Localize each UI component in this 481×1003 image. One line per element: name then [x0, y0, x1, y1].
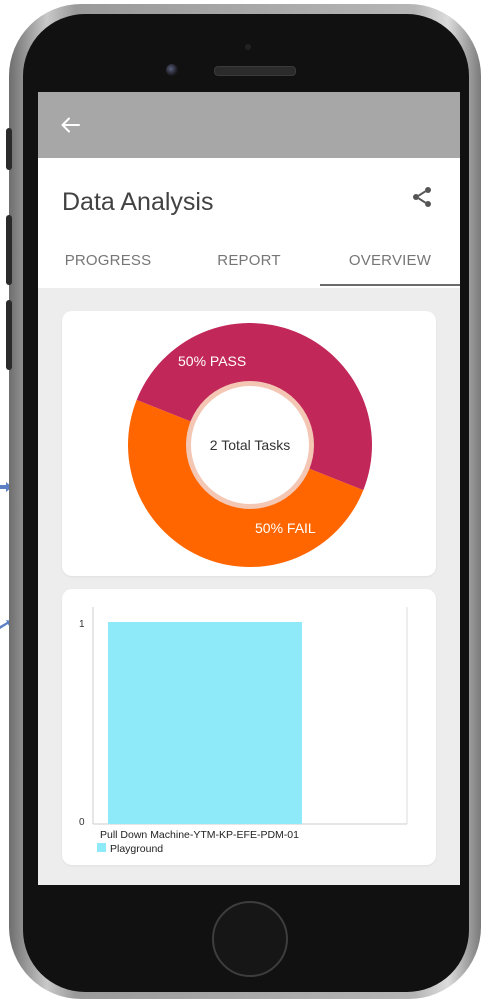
bar-chart: 1 0 Pull Down Machine-YTM-KP-EFE-PDM-01 …	[79, 607, 408, 855]
tab-overview[interactable]: OVERVIEW	[320, 244, 460, 286]
task-bar-chart-card: 1 0 Pull Down Machine-YTM-KP-EFE-PDM-01 …	[62, 589, 436, 865]
legend-label: Playground	[110, 843, 163, 855]
back-arrow-icon[interactable]	[60, 117, 80, 133]
tab-selected-indicator	[320, 284, 460, 286]
x-category-label: Pull Down Machine-YTM-KP-EFE-PDM-01	[100, 829, 299, 841]
tab-bar: PROGRESS REPORT OVERVIEW	[38, 244, 460, 288]
app-bar	[38, 92, 460, 158]
legend-swatch	[97, 843, 106, 852]
page-title: Data Analysis	[62, 188, 214, 216]
volume-down-button	[6, 300, 12, 370]
share-icon[interactable]	[410, 185, 434, 209]
task-status-card: 2 Total Tasks 50% PASS 50% FAIL	[62, 311, 436, 576]
mute-switch	[6, 128, 12, 170]
fail-slice-label: 50% FAIL	[255, 520, 316, 536]
proximity-sensor	[245, 44, 251, 50]
bar-playground	[108, 622, 302, 824]
app-screen: Data Analysis PROGRESS REPORT OVERVIEW 2…	[38, 92, 460, 885]
y-tick-label-0: 0	[79, 817, 85, 828]
volume-up-button	[6, 215, 12, 285]
tab-progress[interactable]: PROGRESS	[38, 244, 178, 286]
home-button	[212, 901, 288, 977]
stage: Data Analysis PROGRESS REPORT OVERVIEW 2…	[0, 0, 481, 1003]
donut-chart: 2 Total Tasks 50% PASS 50% FAIL	[127, 322, 373, 567]
y-tick-label-1: 1	[79, 619, 85, 630]
front-camera	[166, 64, 178, 76]
earpiece-speaker	[214, 66, 296, 76]
pass-slice-label: 50% PASS	[178, 353, 246, 369]
tab-report[interactable]: REPORT	[179, 244, 319, 286]
page-header: Data Analysis PROGRESS REPORT OVERVIEW	[38, 158, 460, 288]
donut-center-label: 2 Total Tasks	[210, 437, 290, 453]
